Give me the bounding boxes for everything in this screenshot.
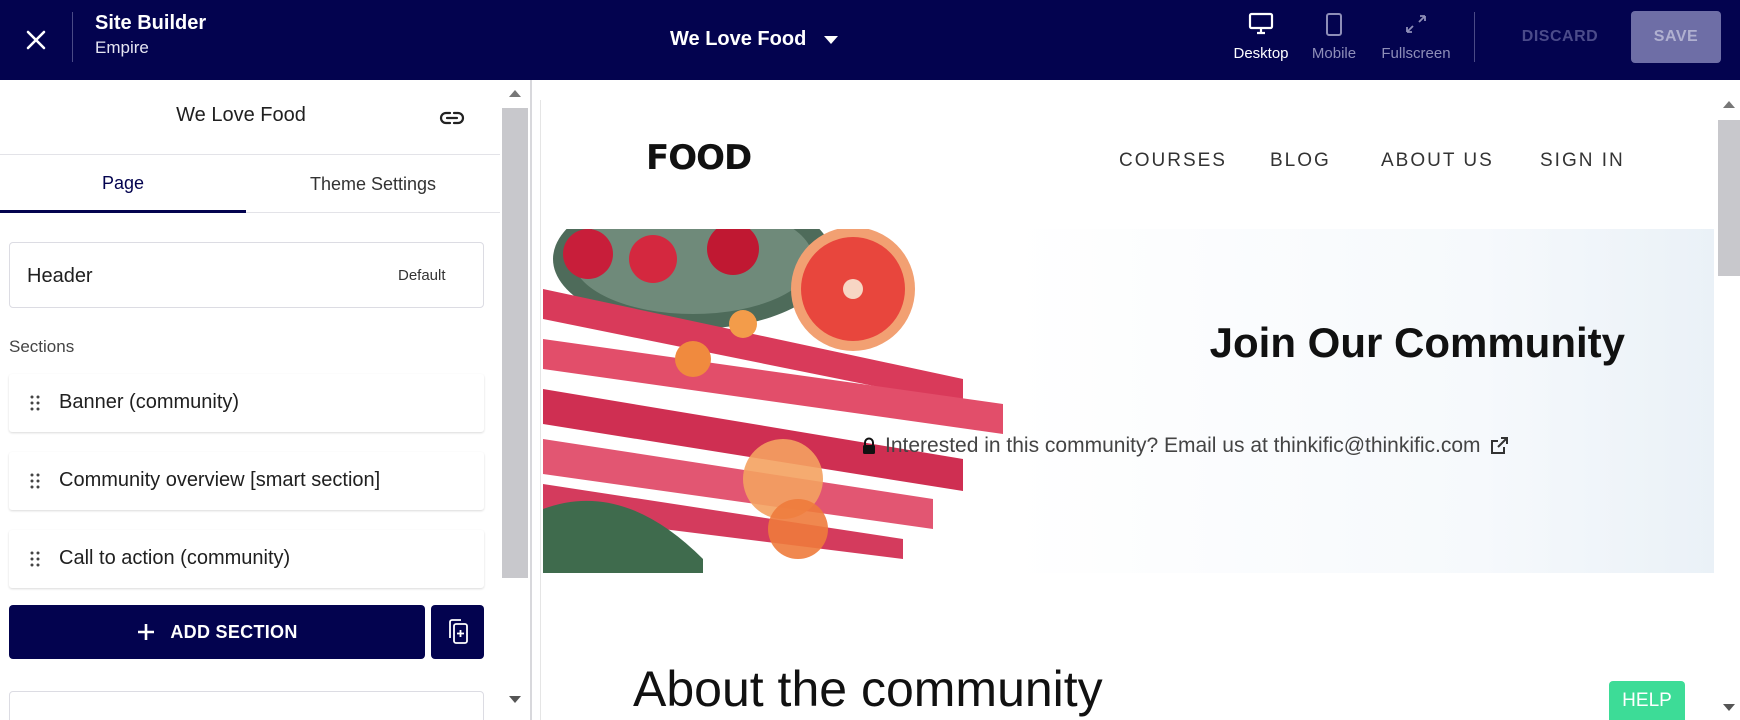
app-title: Site Builder bbox=[95, 12, 207, 34]
section-item[interactable]: Community overview [smart section] bbox=[9, 452, 484, 510]
mobile-icon bbox=[1326, 13, 1342, 36]
help-button[interactable]: HELP bbox=[1609, 681, 1685, 720]
header-card[interactable]: Header Default bbox=[9, 242, 484, 308]
about-section-title: About the community bbox=[633, 661, 1103, 717]
section-item[interactable]: Banner (community) bbox=[9, 374, 484, 432]
lock-icon bbox=[863, 437, 875, 454]
tab-page[interactable]: Page bbox=[0, 156, 246, 213]
nav-courses[interactable]: COURSES bbox=[1119, 150, 1227, 172]
panel-divider bbox=[530, 80, 532, 720]
footer-card[interactable] bbox=[9, 691, 484, 720]
theme-name: Empire bbox=[95, 38, 149, 57]
sections-label: Sections bbox=[9, 337, 75, 356]
copy-link-button[interactable] bbox=[438, 106, 466, 130]
page-selector-label: We Love Food bbox=[670, 27, 807, 50]
banner-food-image bbox=[543, 229, 1013, 573]
header-value: Default bbox=[398, 267, 446, 284]
site-preview: FOOD COURSES BLOG ABOUT US SIGN IN Join … bbox=[540, 100, 1714, 720]
expand-icon bbox=[1406, 15, 1426, 33]
section-label: Banner (community) bbox=[59, 391, 240, 413]
page-name: We Love Food bbox=[176, 104, 306, 126]
divider bbox=[72, 12, 73, 62]
drag-handle-icon[interactable] bbox=[29, 394, 41, 412]
tab-theme-settings[interactable]: Theme Settings bbox=[246, 156, 500, 213]
chevron-down-icon bbox=[824, 36, 839, 44]
section-item[interactable]: Call to action (community) bbox=[9, 530, 484, 588]
panel-scrollbar[interactable] bbox=[502, 80, 530, 720]
section-label: Call to action (community) bbox=[59, 547, 291, 569]
section-label: Community overview [smart section] bbox=[59, 469, 381, 491]
mobile-view-button[interactable]: Mobile bbox=[1306, 12, 1362, 62]
scroll-down-arrow-icon[interactable] bbox=[1723, 704, 1735, 711]
divider bbox=[1474, 12, 1475, 62]
scrollbar-thumb[interactable] bbox=[502, 108, 528, 578]
scroll-down-arrow-icon[interactable] bbox=[509, 696, 521, 703]
header-label: Header bbox=[27, 265, 93, 287]
fullscreen-button[interactable]: Fullscreen bbox=[1377, 12, 1455, 62]
banner-title: Join Our Community bbox=[1209, 319, 1625, 366]
banner-email-text[interactable]: Interested in this community? Email us a… bbox=[885, 434, 1481, 458]
top-bar: Site Builder Empire We Love Food Desktop… bbox=[0, 0, 1740, 80]
preview-scrollbar[interactable] bbox=[1714, 80, 1740, 720]
site-logo[interactable]: FOOD bbox=[646, 138, 752, 178]
desktop-view-button[interactable]: Desktop bbox=[1226, 12, 1296, 62]
panel-tabs: Page Theme Settings bbox=[0, 156, 500, 213]
app-title-block: Site Builder Empire bbox=[95, 12, 206, 62]
desktop-view-label: Desktop bbox=[1233, 45, 1289, 62]
copy-add-icon bbox=[448, 619, 468, 644]
panel-header: We Love Food bbox=[0, 80, 500, 155]
scroll-up-arrow-icon[interactable] bbox=[1723, 101, 1735, 108]
nav-about-us[interactable]: ABOUT US bbox=[1381, 150, 1494, 172]
nav-blog[interactable]: BLOG bbox=[1270, 150, 1331, 172]
page-selector[interactable]: We Love Food bbox=[670, 24, 839, 54]
add-existing-section-button[interactable] bbox=[431, 605, 484, 659]
nav-sign-in[interactable]: SIGN IN bbox=[1540, 150, 1625, 172]
plus-icon bbox=[138, 624, 155, 640]
scrollbar-thumb[interactable] bbox=[1718, 120, 1740, 276]
link-icon bbox=[439, 111, 465, 125]
banner-text: Interested in this community? Email us a… bbox=[861, 434, 1509, 458]
builder-sidebar: We Love Food Page Theme Settings Header … bbox=[0, 80, 500, 720]
external-link-icon[interactable] bbox=[1489, 436, 1509, 456]
save-button[interactable]: SAVE bbox=[1631, 11, 1721, 63]
drag-handle-icon[interactable] bbox=[29, 550, 41, 568]
mobile-view-label: Mobile bbox=[1311, 45, 1357, 62]
add-section-label: ADD SECTION bbox=[170, 621, 298, 642]
close-button[interactable] bbox=[16, 20, 56, 60]
community-banner: Join Our Community Interested in this co… bbox=[543, 229, 1714, 573]
scroll-up-arrow-icon[interactable] bbox=[509, 90, 521, 97]
fullscreen-label: Fullscreen bbox=[1381, 45, 1451, 62]
add-section-button[interactable]: ADD SECTION bbox=[9, 605, 425, 659]
discard-button[interactable]: DISCARD bbox=[1500, 22, 1620, 52]
desktop-icon bbox=[1248, 12, 1274, 35]
close-icon bbox=[26, 30, 46, 50]
drag-handle-icon[interactable] bbox=[29, 472, 41, 490]
